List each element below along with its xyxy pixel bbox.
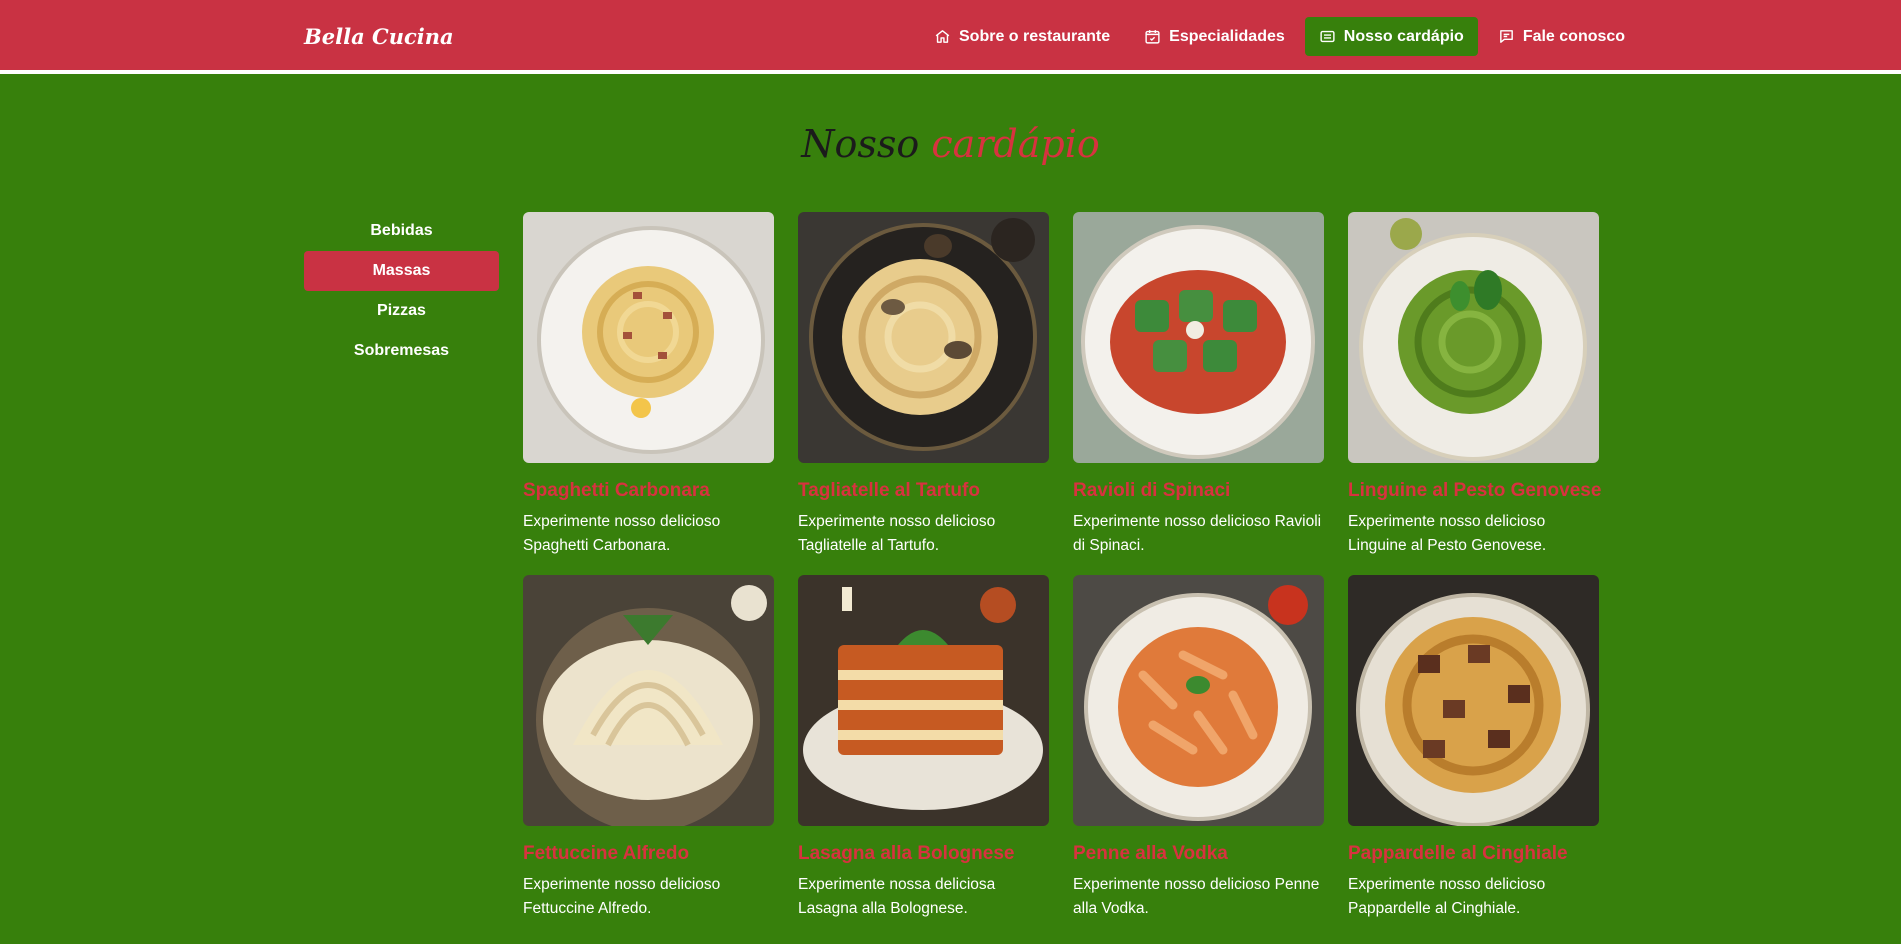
dish-title[interactable]: Lasagna alla Bolognese bbox=[798, 843, 1049, 865]
section-title-part1: Nosso bbox=[801, 122, 920, 166]
category-bebidas[interactable]: Bebidas bbox=[304, 211, 499, 251]
dish-card[interactable]: Linguine al Pesto Genovese Experimente n… bbox=[1348, 212, 1601, 575]
dish-description: Experimente nosso delicioso Pappardelle … bbox=[1348, 876, 1546, 917]
nav-link-label: Nosso cardápio bbox=[1343, 27, 1464, 45]
dish-description: Experimente nossa deliciosa Lasagna alla… bbox=[798, 876, 996, 917]
nav-link-cardapio[interactable]: Nosso cardápio bbox=[1304, 17, 1478, 56]
dish-card[interactable]: Spaghetti Carbonara Experimente nosso de… bbox=[523, 212, 774, 575]
dish-title[interactable]: Tagliatelle al Tartufo bbox=[798, 480, 1049, 502]
nav-link-label: Fale conosco bbox=[1522, 27, 1626, 45]
dish-description: Experimente nosso delicioso Fettuccine A… bbox=[523, 876, 721, 917]
dish-image[interactable] bbox=[798, 212, 1049, 463]
category-massas[interactable]: Massas bbox=[304, 251, 499, 291]
dish-card[interactable]: Lasagna alla Bolognese Experimente nossa… bbox=[798, 575, 1049, 938]
nav-link-especialidades[interactable]: Especialidades bbox=[1130, 17, 1299, 56]
dish-image[interactable] bbox=[1348, 212, 1599, 463]
dish-image[interactable] bbox=[798, 575, 1049, 826]
nav-link-sobre[interactable]: Sobre o restaurante bbox=[920, 17, 1124, 56]
calendar-check-icon bbox=[1144, 28, 1161, 45]
nav-links: Sobre o restaurante Especialidades Nosso… bbox=[920, 17, 1639, 56]
dish-image[interactable] bbox=[523, 575, 774, 826]
dish-image[interactable] bbox=[523, 212, 774, 463]
dish-card[interactable]: Tagliatelle al Tartufo Experimente nosso… bbox=[798, 212, 1049, 575]
dish-title[interactable]: Penne alla Vodka bbox=[1073, 843, 1324, 865]
menu-list-icon bbox=[1319, 28, 1336, 45]
nav-link-label: Especialidades bbox=[1169, 27, 1285, 45]
brand-logo[interactable]: Bella Cucina bbox=[304, 24, 454, 49]
dish-title[interactable]: Ravioli di Spinaci bbox=[1073, 480, 1324, 502]
dish-card[interactable]: Pappardelle al Cinghiale Experimente nos… bbox=[1348, 575, 1599, 938]
section-title-part2: cardápio bbox=[931, 122, 1100, 166]
category-list: Bebidas Massas Pizzas Sobremesas bbox=[304, 211, 499, 371]
category-pizzas[interactable]: Pizzas bbox=[304, 291, 499, 331]
dish-card[interactable]: Ravioli di Spinaci Experimente nosso del… bbox=[1073, 212, 1324, 575]
dish-card[interactable]: Penne alla Vodka Experimente nosso delic… bbox=[1073, 575, 1324, 938]
dish-description: Experimente nosso delicioso Spaghetti Ca… bbox=[523, 513, 721, 554]
dish-title[interactable]: Pappardelle al Cinghiale bbox=[1348, 843, 1599, 865]
home-icon bbox=[934, 28, 951, 45]
chat-icon bbox=[1498, 28, 1515, 45]
dish-image[interactable] bbox=[1348, 575, 1599, 826]
dish-title[interactable]: Spaghetti Carbonara bbox=[523, 480, 774, 502]
dish-grid: Spaghetti Carbonara Experimente nosso de… bbox=[523, 212, 1601, 938]
dish-title[interactable]: Fettuccine Alfredo bbox=[523, 843, 774, 865]
dish-image[interactable] bbox=[1073, 212, 1324, 463]
dish-card[interactable]: Fettuccine Alfredo Experimente nosso del… bbox=[523, 575, 774, 938]
dish-image[interactable] bbox=[1073, 575, 1324, 826]
dish-title[interactable]: Linguine al Pesto Genovese bbox=[1348, 480, 1601, 502]
dish-description: Experimente nosso delicioso Ravioli di S… bbox=[1073, 513, 1322, 554]
section-title: Nosso cardápio bbox=[0, 122, 1901, 166]
nav-link-contato[interactable]: Fale conosco bbox=[1484, 17, 1639, 56]
dish-description: Experimente nosso delicioso Penne alla V… bbox=[1073, 876, 1320, 917]
navbar: Bella Cucina Sobre o restaurante Especia… bbox=[0, 0, 1901, 74]
category-sobremesas[interactable]: Sobremesas bbox=[304, 331, 499, 371]
nav-link-label: Sobre o restaurante bbox=[959, 27, 1111, 45]
dish-description: Experimente nosso delicioso Tagliatelle … bbox=[798, 513, 996, 554]
dish-description: Experimente nosso delicioso Linguine al … bbox=[1348, 513, 1547, 554]
